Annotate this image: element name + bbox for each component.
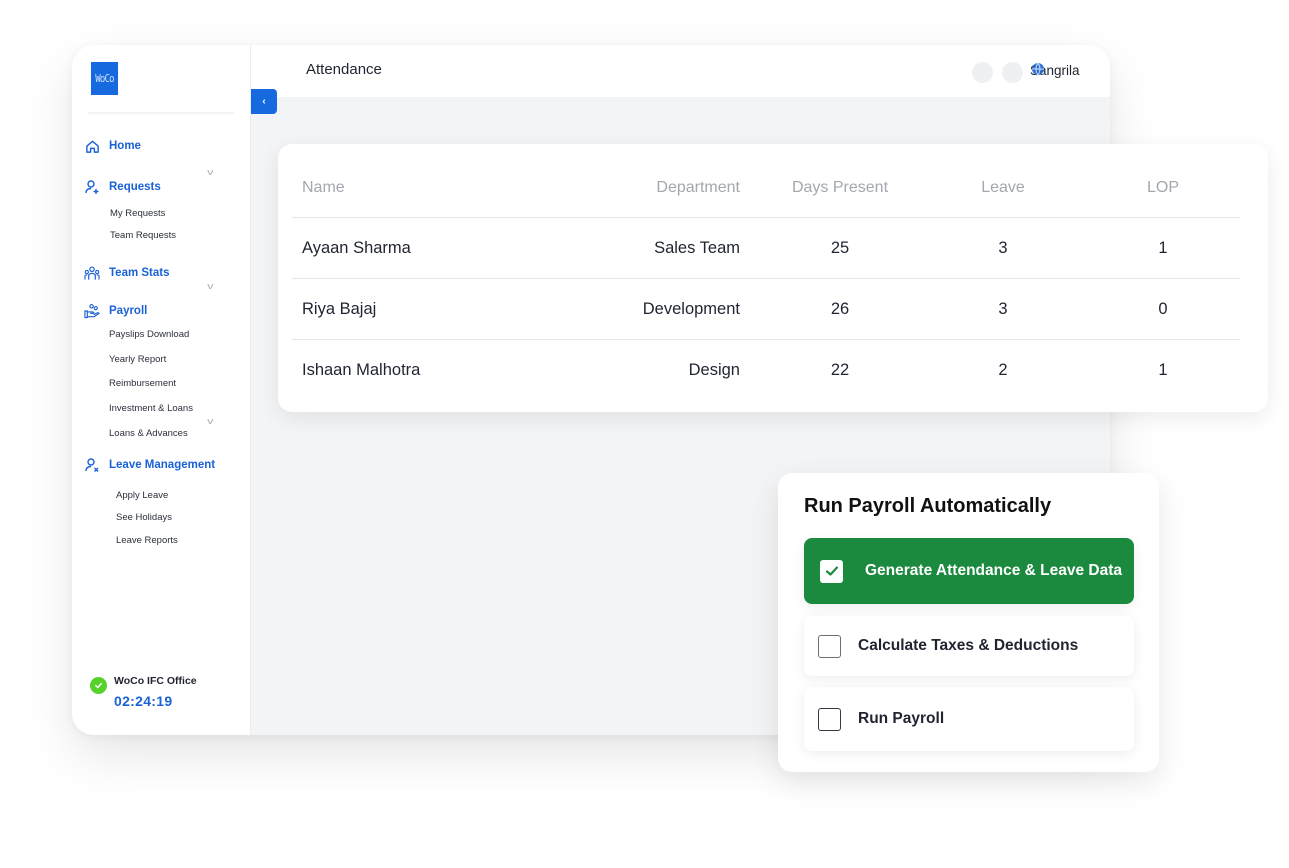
logo[interactable]: WoCo xyxy=(90,62,119,95)
step-label: Calculate Taxes & Deductions xyxy=(858,637,1079,654)
checkbox-unchecked[interactable] xyxy=(818,707,841,731)
cell-name: Riya Bajaj xyxy=(302,300,377,318)
checkbox-checked[interactable] xyxy=(820,559,843,583)
page-title: Attendance xyxy=(306,61,382,78)
check-circle-icon xyxy=(90,677,107,694)
sidebar-subitem-investment-loans[interactable]: Investment & Loans xyxy=(109,403,193,414)
checkmark-icon xyxy=(825,566,838,576)
step-label: Generate Attendance & Leave Data xyxy=(865,562,1122,579)
chevron-left-icon: ‹ xyxy=(262,96,266,107)
sidebar-item-label: Requests xyxy=(109,181,161,193)
cell-lop: 1 xyxy=(1158,239,1168,257)
sidebar-item-requests[interactable]: Requests xyxy=(84,179,161,195)
sidebar-subitem-see-holidays[interactable]: See Holidays xyxy=(116,512,172,523)
sidebar-subitem-apply-leave[interactable]: Apply Leave xyxy=(116,490,168,501)
cell-lop: 1 xyxy=(1158,360,1168,379)
cell-days-present: 22 xyxy=(830,360,850,379)
sidebar-item-team-stats[interactable]: Team Stats xyxy=(84,265,170,281)
sidebar-item-label: Leave Management xyxy=(109,459,216,471)
column-header-days-present[interactable]: Days Present xyxy=(780,158,900,217)
sidebar-item-leave-management[interactable]: Leave Management xyxy=(84,457,215,473)
divider xyxy=(88,112,234,114)
team-icon xyxy=(84,265,100,281)
cell-leave: 3 xyxy=(998,300,1008,318)
cell-department: Sales Team xyxy=(654,239,740,257)
sidebar-subitem-reimbursement[interactable]: Reimbursement xyxy=(109,378,176,389)
chevron-down-icon[interactable]: v xyxy=(207,281,213,291)
sidebar-subitem-team-requests[interactable]: Team Requests xyxy=(110,230,176,241)
column-header-name[interactable]: Name xyxy=(302,158,345,217)
cell-leave: 3 xyxy=(998,239,1008,257)
settings-button[interactable] xyxy=(1002,62,1023,83)
user-x-icon xyxy=(84,457,100,473)
cell-department: Design xyxy=(688,360,740,379)
collapse-sidebar-button[interactable]: ‹ xyxy=(251,89,277,114)
payroll-card-title: Run Payroll Automatically xyxy=(804,495,1052,517)
step-run-payroll[interactable]: Run Payroll xyxy=(804,687,1134,751)
cell-department: Development xyxy=(642,300,740,318)
cell-days-present: 26 xyxy=(830,300,850,318)
checkbox-unchecked[interactable] xyxy=(818,634,841,658)
user-plus-icon xyxy=(84,179,100,195)
chevron-down-icon[interactable]: v xyxy=(207,416,213,426)
sidebar-item-home[interactable]: Home xyxy=(84,138,141,154)
sidebar-item-label: Team Stats xyxy=(109,267,170,279)
cell-days-present: 25 xyxy=(830,239,850,257)
chevron-down-icon[interactable]: v xyxy=(207,167,213,177)
hand-coins-icon xyxy=(84,303,100,319)
sidebar-item-label: Home xyxy=(109,140,141,152)
sidebar-subitem-loans-advances[interactable]: Loans & Advances xyxy=(109,428,188,439)
attendance-table: Name Department Days Present Leave LOP A… xyxy=(278,144,1268,412)
office-name: WoCo IFC Office xyxy=(114,675,197,687)
column-header-department[interactable]: Department xyxy=(540,158,740,217)
office-timer: 02:24:19 xyxy=(114,693,173,709)
table-row[interactable]: Ayaan Sharma Sales Team 25 3 1 xyxy=(292,219,1240,279)
sidebar-subitem-payslips-download[interactable]: Payslips Download xyxy=(109,329,189,340)
column-header-leave[interactable]: Leave xyxy=(943,158,1063,217)
step-generate-attendance[interactable]: Generate Attendance & Leave Data xyxy=(804,538,1134,604)
sidebar-item-payroll[interactable]: Payroll xyxy=(84,303,147,319)
cell-leave: 2 xyxy=(998,360,1008,379)
table-row[interactable]: Riya Bajaj Development 26 3 0 xyxy=(292,280,1240,340)
notification-button[interactable] xyxy=(972,62,993,83)
sidebar-subitem-yearly-report[interactable]: Yearly Report xyxy=(109,354,166,365)
run-payroll-card: Run Payroll Automatically Generate Atten… xyxy=(778,473,1159,772)
step-calculate-taxes[interactable]: Calculate Taxes & Deductions xyxy=(804,616,1134,676)
cell-lop: 0 xyxy=(1158,300,1168,318)
table-header: Name Department Days Present Leave LOP xyxy=(292,158,1240,218)
cell-name: Ishaan Malhotra xyxy=(302,360,421,379)
table-row[interactable]: Ishaan Malhotra Design 22 2 1 xyxy=(292,340,1240,400)
top-bar: Attendance Sangrila xyxy=(251,45,1110,97)
sidebar-item-label: Payroll xyxy=(109,305,148,317)
step-label: Run Payroll xyxy=(858,710,945,727)
column-header-lop[interactable]: LOP xyxy=(1103,158,1223,217)
globe-icon xyxy=(1032,62,1044,76)
sidebar: WoCo Home v Requests My Requests Team Re… xyxy=(72,45,251,735)
sidebar-subitem-my-requests[interactable]: My Requests xyxy=(110,208,165,219)
home-icon xyxy=(84,138,100,154)
sidebar-subitem-leave-reports[interactable]: Leave Reports xyxy=(116,535,178,546)
cell-name: Ayaan Sharma xyxy=(302,239,411,257)
user-menu[interactable]: Sangrila xyxy=(1030,62,1080,78)
